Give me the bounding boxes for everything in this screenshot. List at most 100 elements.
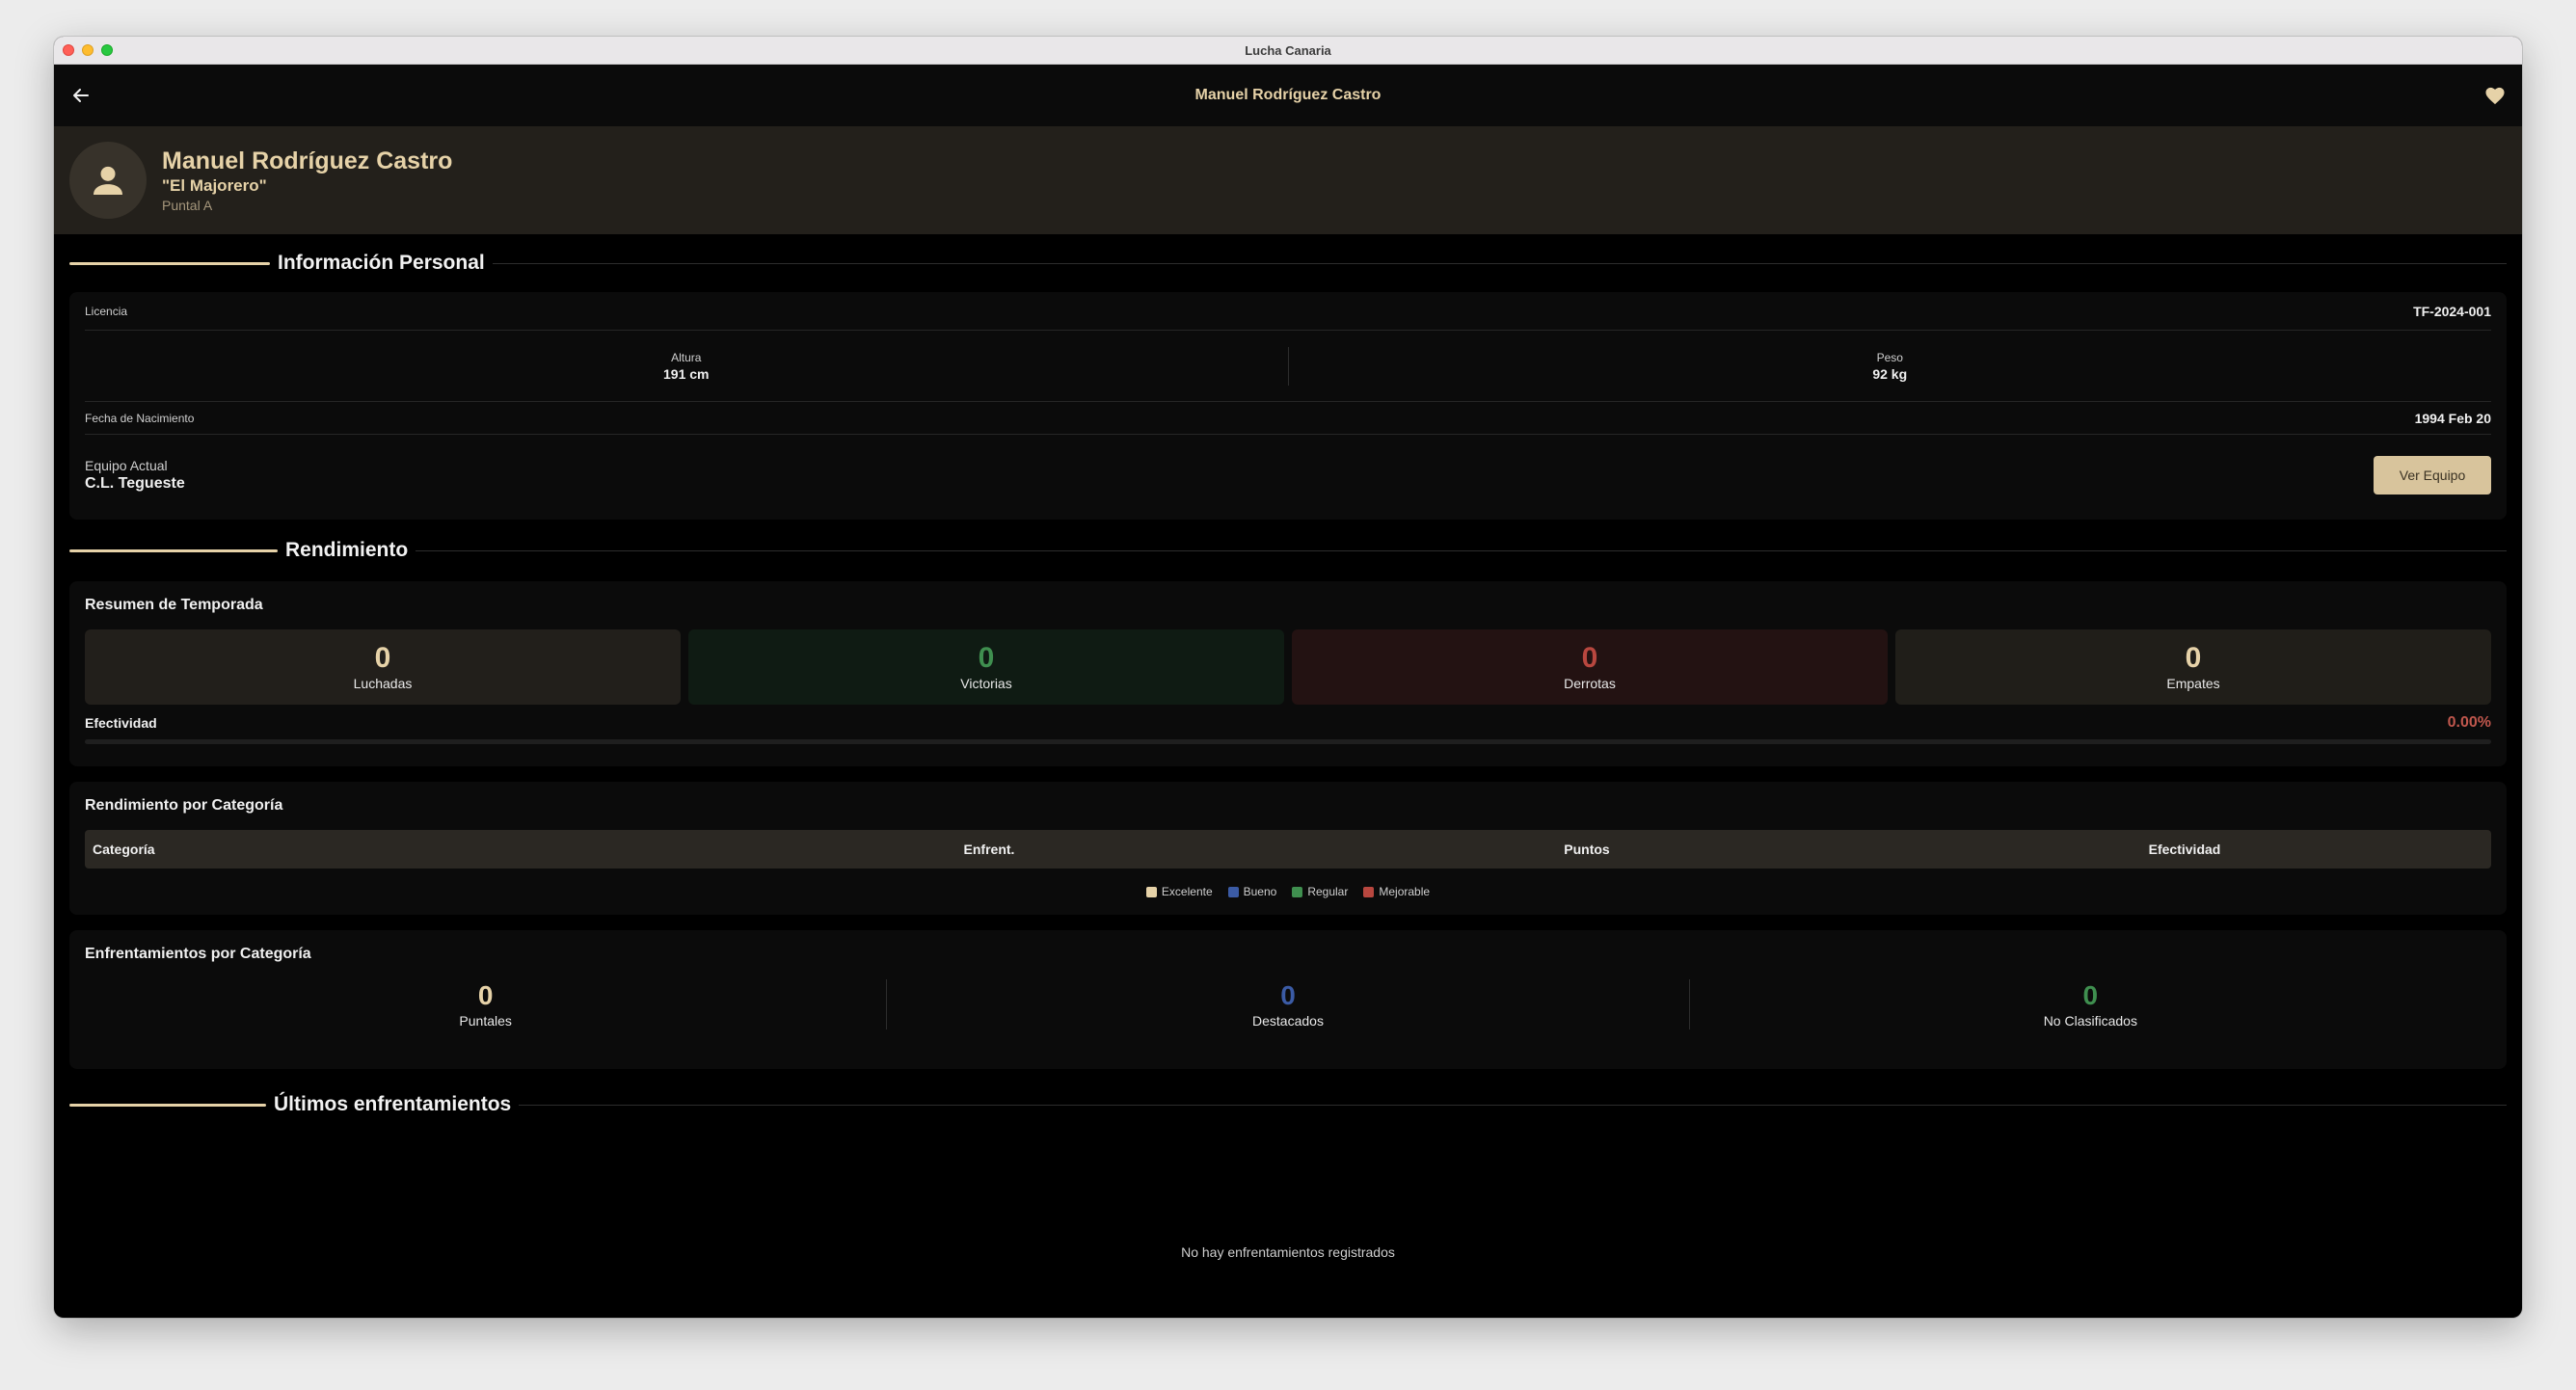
legend-item: Excelente: [1145, 885, 1213, 898]
season-summary-title: Resumen de Temporada: [85, 597, 263, 613]
team-value: C.L. Tegueste: [85, 475, 185, 492]
section-accent-line: [69, 1103, 266, 1107]
license-label: Licencia: [85, 304, 128, 318]
stat-victorias: 0 Victorias: [688, 629, 1284, 705]
section-header-performance: Rendimiento: [69, 520, 2507, 581]
matchup-destacados-label: Destacados: [1252, 1013, 1324, 1029]
matchup-destacados-value: 0: [1280, 980, 1296, 1010]
stat-derrotas: 0 Derrotas: [1292, 629, 1888, 705]
column-header-puntos[interactable]: Puntos: [1288, 842, 1886, 857]
height-label: Altura: [671, 350, 702, 364]
legend-label: Regular: [1307, 885, 1349, 898]
effectiveness-row: Efectividad 0.00%: [85, 708, 2491, 737]
matchup-puntales-value: 0: [477, 980, 494, 1010]
matchups-row: 0 Puntales 0 Destacados 0 No Clasificado…: [85, 971, 2491, 1038]
matchup-no-clasificados: 0 No Clasificados: [1690, 979, 2491, 1029]
page-title: Manuel Rodríguez Castro: [1194, 87, 1382, 103]
personal-info-card: Licencia TF-2024-001 Altura 191 cm Peso …: [69, 292, 2507, 520]
arrow-left-icon: [73, 89, 89, 102]
height-weight-row: Altura 191 cm Peso 92 kg: [85, 331, 2491, 402]
stat-empates-value: 0: [2185, 642, 2202, 674]
wrestler-nickname: "El Majorero": [162, 176, 267, 195]
legend-swatch: [1292, 886, 1303, 897]
legend-label: Bueno: [1243, 885, 1277, 898]
empty-matches-message: No hay enfrentamientos registrados: [1181, 1244, 1395, 1260]
legend-item: Bueno: [1227, 885, 1277, 898]
stat-victorias-label: Victorias: [960, 676, 1012, 691]
stat-luchadas-value: 0: [374, 642, 391, 674]
minimize-window-button[interactable]: [82, 44, 94, 56]
column-header-efectividad[interactable]: Efectividad: [1886, 842, 2483, 857]
person-icon: [94, 166, 122, 195]
section-accent-line: [69, 548, 278, 552]
effectiveness-label: Efectividad: [85, 715, 157, 731]
legend-label: Mejorable: [1379, 885, 1431, 898]
app-window: Lucha Canaria Manuel Rodríguez Castro Ma…: [54, 37, 2522, 1318]
title-bar: Lucha Canaria: [54, 37, 2522, 65]
matchup-no-clasificados-value: 0: [2082, 980, 2099, 1010]
stat-luchadas: 0 Luchadas: [85, 629, 681, 705]
favorite-button[interactable]: [2482, 82, 2509, 109]
avatar: [69, 142, 147, 219]
team-info: Equipo Actual C.L. Tegueste: [85, 457, 185, 494]
section-divider: [492, 262, 2507, 264]
wrestler-position: Puntal A: [162, 198, 213, 213]
maximize-window-button[interactable]: [101, 44, 113, 56]
effectiveness-bar: [85, 739, 2491, 744]
legend-swatch: [1227, 886, 1239, 897]
stat-empates-label: Empates: [2166, 676, 2220, 691]
column-header-enfrent[interactable]: Enfrent.: [690, 842, 1288, 857]
team-row: Equipo Actual C.L. Tegueste Ver Equipo: [85, 435, 2491, 516]
height-cell: Altura 191 cm: [85, 350, 1288, 383]
app-bar: Manuel Rodríguez Castro: [54, 65, 2522, 126]
section-divider: [519, 1104, 2507, 1106]
profile-text: Manuel Rodríguez Castro "El Majorero" Pu…: [162, 147, 452, 214]
team-label: Equipo Actual: [85, 458, 168, 473]
category-legend: Excelente Bueno Regular Mejorable: [85, 869, 2491, 915]
effectiveness-value: 0.00%: [2447, 714, 2491, 731]
matchups-card: Enfrentamientos por Categoría 0 Puntales…: [69, 930, 2507, 1069]
close-window-button[interactable]: [63, 44, 74, 56]
license-row: Licencia TF-2024-001: [85, 292, 2491, 331]
matchups-title: Enfrentamientos por Categoría: [85, 946, 311, 962]
main-content: Información Personal Licencia TF-2024-00…: [54, 234, 2522, 1260]
legend-item: Mejorable: [1363, 885, 1430, 898]
section-divider: [416, 549, 2507, 551]
stat-derrotas-value: 0: [1581, 642, 1598, 674]
season-summary-card: Resumen de Temporada 0 Luchadas 0 Victor…: [69, 581, 2507, 766]
section-header-personal: Información Personal: [69, 234, 2507, 292]
legend-swatch: [1145, 886, 1157, 897]
weight-value: 92 kg: [1872, 365, 1908, 382]
legend-item: Regular: [1292, 885, 1348, 898]
category-performance-card: Rendimiento por Categoría Categoría Enfr…: [69, 782, 2507, 915]
stat-derrotas-label: Derrotas: [1564, 676, 1616, 691]
matchup-destacados: 0 Destacados: [887, 979, 1688, 1029]
stat-empates: 0 Empates: [1895, 629, 2491, 705]
stat-luchadas-label: Luchadas: [353, 676, 413, 691]
heart-icon: [2485, 87, 2505, 105]
matchup-puntales-label: Puntales: [459, 1013, 512, 1029]
category-performance-title: Rendimiento por Categoría: [85, 797, 283, 814]
birthdate-value: 1994 Feb 20: [2414, 410, 2491, 426]
section-title-personal: Información Personal: [278, 252, 485, 274]
section-title-recent: Últimos enfrentamientos: [274, 1093, 512, 1115]
weight-cell: Peso 92 kg: [1289, 350, 2492, 383]
profile-header: Manuel Rodríguez Castro "El Majorero" Pu…: [54, 126, 2522, 234]
section-header-recent: Últimos enfrentamientos: [69, 1069, 2507, 1140]
weight-label: Peso: [1876, 350, 1903, 364]
section-title-performance: Rendimiento: [285, 539, 409, 561]
height-value: 191 cm: [663, 365, 710, 382]
license-value: TF-2024-001: [2413, 303, 2491, 319]
legend-label: Excelente: [1161, 885, 1213, 898]
view-team-button[interactable]: Ver Equipo: [2374, 456, 2491, 495]
birthdate-row: Fecha de Nacimiento 1994 Feb 20: [85, 402, 2491, 435]
legend-swatch: [1363, 886, 1375, 897]
back-button[interactable]: [67, 82, 94, 109]
window-title: Lucha Canaria: [1245, 42, 1331, 58]
column-header-categoria[interactable]: Categoría: [93, 842, 690, 857]
section-accent-line: [69, 261, 270, 265]
window-controls: [63, 44, 113, 56]
wrestler-name: Manuel Rodríguez Castro: [162, 147, 453, 174]
season-stats-grid: 0 Luchadas 0 Victorias 0 Derrotas 0 Empa…: [85, 629, 2491, 705]
matchup-no-clasificados-label: No Clasificados: [2043, 1013, 2137, 1029]
